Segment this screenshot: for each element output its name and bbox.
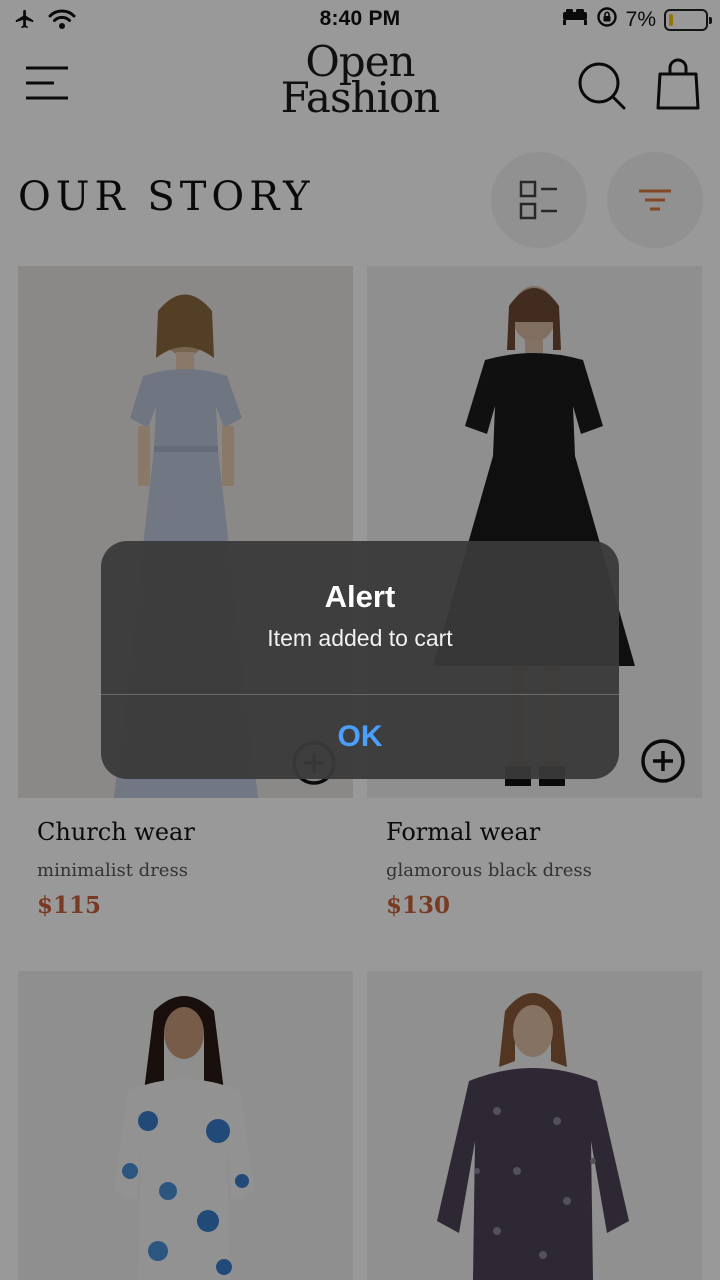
alert-ok-button[interactable]: OK (101, 695, 619, 779)
alert-dialog: Alert Item added to cart OK (101, 541, 619, 779)
alert-title: Alert (324, 579, 396, 614)
alert-message: Item added to cart (267, 625, 453, 651)
